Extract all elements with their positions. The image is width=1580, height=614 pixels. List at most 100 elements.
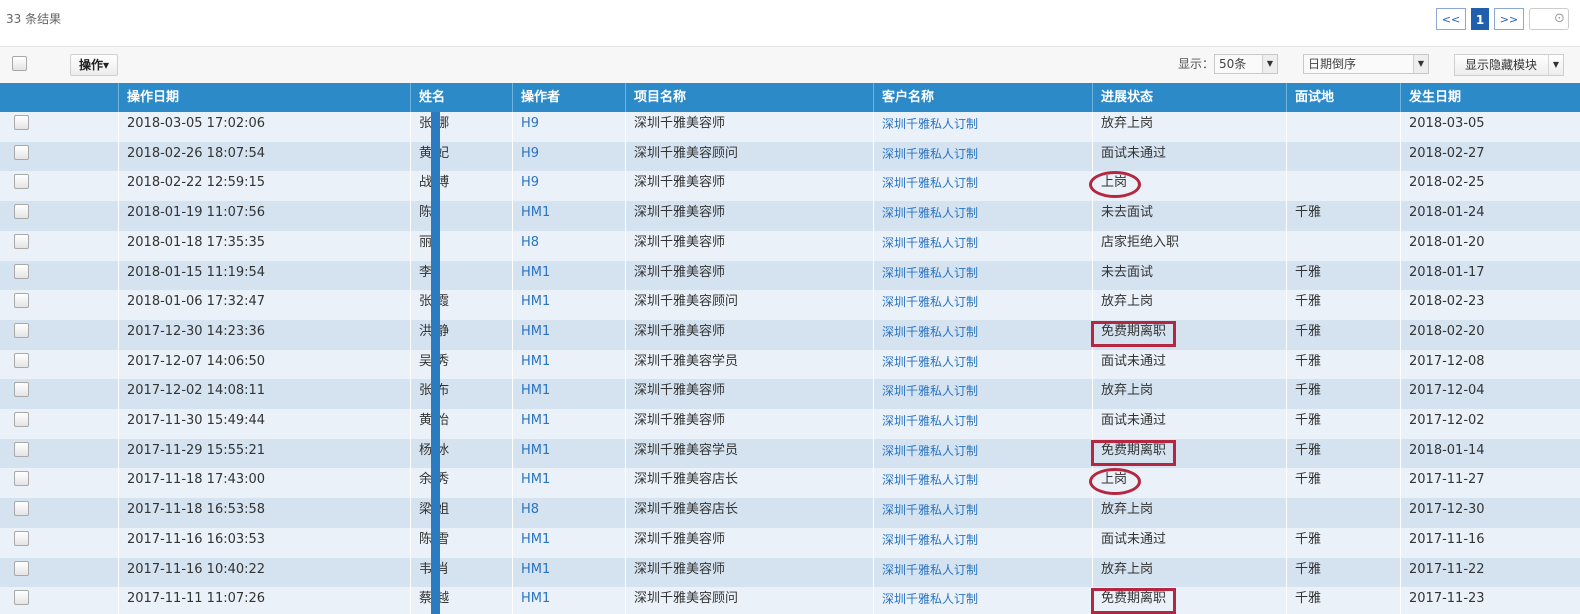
- column-header-status[interactable]: 进展状态: [1092, 83, 1286, 112]
- cell-client[interactable]: 深圳千雅私人订制: [873, 350, 1092, 380]
- cell-operator[interactable]: H9: [512, 142, 625, 172]
- cell-name: 梁 姐: [410, 498, 512, 528]
- result-count: 33 条结果: [6, 12, 62, 26]
- cell-client[interactable]: 深圳千雅私人订制: [873, 112, 1092, 142]
- table-row[interactable]: 2017-11-11 11:07:26 蔡 越 HM1 深圳千雅美容顾问 深圳千雅私人订…: [0, 587, 1580, 614]
- cell-operator[interactable]: H9: [512, 171, 625, 201]
- table-row[interactable]: 2017-12-02 14:08:11 张 布 HM1 深圳千雅美容师 深圳千雅私人订制…: [0, 379, 1580, 409]
- table-row[interactable]: 2018-01-15 11:19:54 李 HM1 深圳千雅美容师 深圳千雅私人订制未…: [0, 261, 1580, 291]
- row-checkbox[interactable]: [14, 204, 29, 219]
- table-row[interactable]: 2018-01-18 17:35:35 丽 H8 深圳千雅美容师 深圳千雅私人订制 店家…: [0, 231, 1580, 261]
- cell-client[interactable]: 深圳千雅私人订制: [873, 468, 1092, 498]
- sort-order-select[interactable]: 日期倒序 ▼: [1303, 54, 1429, 74]
- cell-operate-date: 2017-11-16 16:03:53: [118, 528, 410, 558]
- table-row[interactable]: 2018-03-05 17:02:06 张 娜 H9 深圳千雅美容师 深圳千雅私人订制放…: [0, 112, 1580, 142]
- row-checkbox[interactable]: [14, 412, 29, 427]
- table-row[interactable]: 2018-01-06 17:32:47 张 霞 HM1 深圳千雅美容顾问 深圳千雅私人订…: [0, 290, 1580, 320]
- row-checkbox[interactable]: [14, 174, 29, 189]
- row-checkbox[interactable]: [14, 442, 29, 457]
- cell-location: 千雅: [1286, 558, 1400, 588]
- cell-operator[interactable]: HM1: [512, 587, 625, 614]
- page-1-button[interactable]: 1: [1471, 8, 1489, 30]
- cell-operator[interactable]: HM1: [512, 409, 625, 439]
- cell-name: 吴 秀: [410, 350, 512, 380]
- row-checkbox[interactable]: [14, 115, 29, 130]
- cell-project: 深圳千雅美容顾问: [625, 587, 873, 614]
- table-row[interactable]: 2017-12-30 14:23:36 洪 静 HM1 深圳千雅美容师 深圳千雅私人订制…: [0, 320, 1580, 350]
- cell-project: 深圳千雅美容师: [625, 201, 873, 231]
- cell-operator[interactable]: H8: [512, 231, 625, 261]
- toggle-modules-button[interactable]: 显示隐藏模块 ▼: [1454, 54, 1564, 76]
- cell-client[interactable]: 深圳千雅私人订制: [873, 439, 1092, 469]
- cell-client[interactable]: 深圳千雅私人订制: [873, 290, 1092, 320]
- table-row[interactable]: 2018-01-19 11:07:56 陈 HM1 深圳千雅美容师 深圳千雅私人订制未…: [0, 201, 1580, 231]
- column-header-project[interactable]: 项目名称: [625, 83, 873, 112]
- table-row[interactable]: 2017-11-16 16:03:53 陈 雪 HM1 深圳千雅美容师 深圳千雅私人订制…: [0, 528, 1580, 558]
- row-checkbox[interactable]: [14, 293, 29, 308]
- cell-client[interactable]: 深圳千雅私人订制: [873, 587, 1092, 614]
- cell-status: 面试未通过: [1092, 142, 1286, 172]
- table-row[interactable]: 2017-11-18 17:43:00 余 秀 HM1 深圳千雅美容店长 深圳千雅私人订…: [0, 468, 1580, 498]
- cell-client[interactable]: 深圳千雅私人订制: [873, 498, 1092, 528]
- cell-occur-date: 2017-12-08: [1400, 350, 1580, 380]
- column-header-name[interactable]: 姓名: [410, 83, 512, 112]
- row-checkbox[interactable]: [14, 471, 29, 486]
- column-header-client[interactable]: 客户名称: [873, 83, 1092, 112]
- cell-client[interactable]: 深圳千雅私人订制: [873, 528, 1092, 558]
- next-page-button[interactable]: >>: [1494, 8, 1524, 30]
- row-checkbox[interactable]: [14, 561, 29, 576]
- cell-operator[interactable]: H9: [512, 112, 625, 142]
- cell-operator[interactable]: HM1: [512, 468, 625, 498]
- cell-client[interactable]: 深圳千雅私人订制: [873, 379, 1092, 409]
- row-checkbox[interactable]: [14, 234, 29, 249]
- column-header-select: [0, 83, 118, 112]
- cell-operator[interactable]: HM1: [512, 528, 625, 558]
- cell-operator[interactable]: HM1: [512, 201, 625, 231]
- table-row[interactable]: 2017-11-16 10:40:22 韦 肖 HM1 深圳千雅美容师 深圳千雅私人订制…: [0, 558, 1580, 588]
- cell-operator[interactable]: HM1: [512, 439, 625, 469]
- cell-client[interactable]: 深圳千雅私人订制: [873, 261, 1092, 291]
- cell-client[interactable]: 深圳千雅私人订制: [873, 409, 1092, 439]
- cell-client[interactable]: 深圳千雅私人订制: [873, 231, 1092, 261]
- column-header-operate-date[interactable]: 操作日期: [118, 83, 410, 112]
- row-checkbox[interactable]: [14, 382, 29, 397]
- cell-client[interactable]: 深圳千雅私人订制: [873, 320, 1092, 350]
- prev-page-button[interactable]: <<: [1436, 8, 1466, 30]
- row-checkbox[interactable]: [14, 353, 29, 368]
- select-all-checkbox[interactable]: [12, 56, 27, 71]
- cell-operator[interactable]: H8: [512, 498, 625, 528]
- row-checkbox[interactable]: [14, 145, 29, 160]
- cell-operator[interactable]: HM1: [512, 261, 625, 291]
- table-row[interactable]: 2017-11-29 15:55:21 杨 冰 HM1 深圳千雅美容学员 深圳千雅私人订…: [0, 439, 1580, 469]
- cell-client[interactable]: 深圳千雅私人订制: [873, 201, 1092, 231]
- table-row[interactable]: 2017-12-07 14:06:50 吴 秀 HM1 深圳千雅美容学员 深圳千雅私人订…: [0, 350, 1580, 380]
- cell-operator[interactable]: HM1: [512, 558, 625, 588]
- table-row[interactable]: 2017-11-30 15:49:44 黄 怡 HM1 深圳千雅美容师 深圳千雅私人订制…: [0, 409, 1580, 439]
- go-icon[interactable]: ⊙: [1554, 11, 1565, 26]
- table-row[interactable]: 2018-02-22 12:59:15 战 博 H9 深圳千雅美容师 深圳千雅私人订制上…: [0, 171, 1580, 201]
- table-row[interactable]: 2017-11-18 16:53:58 梁 姐 H8 深圳千雅美容店长 深圳千雅私人订制…: [0, 498, 1580, 528]
- column-header-occur-date[interactable]: 发生日期: [1400, 83, 1580, 112]
- cell-operator[interactable]: HM1: [512, 290, 625, 320]
- table-row[interactable]: 2018-02-26 18:07:54 黄 妃 H9 深圳千雅美容顾问 深圳千雅私人订制…: [0, 142, 1580, 172]
- column-header-operator[interactable]: 操作者: [512, 83, 625, 112]
- row-checkbox[interactable]: [14, 501, 29, 516]
- cell-operate-date: 2017-11-30 15:49:44: [118, 409, 410, 439]
- cell-operate-date: 2017-11-18 17:43:00: [118, 468, 410, 498]
- row-checkbox[interactable]: [14, 264, 29, 279]
- operate-dropdown-button[interactable]: 操作▾: [70, 54, 118, 76]
- cell-operator[interactable]: HM1: [512, 350, 625, 380]
- cell-client[interactable]: 深圳千雅私人订制: [873, 142, 1092, 172]
- page-size-select[interactable]: 50条 ▼: [1214, 54, 1278, 74]
- annotation-circle: [1089, 468, 1141, 495]
- row-checkbox[interactable]: [14, 590, 29, 605]
- cell-operator[interactable]: HM1: [512, 320, 625, 350]
- row-checkbox[interactable]: [14, 323, 29, 338]
- cell-project: 深圳千雅美容顾问: [625, 142, 873, 172]
- cell-client[interactable]: 深圳千雅私人订制: [873, 171, 1092, 201]
- cell-client[interactable]: 深圳千雅私人订制: [873, 558, 1092, 588]
- cell-operator[interactable]: HM1: [512, 379, 625, 409]
- cell-operate-date: 2018-02-26 18:07:54: [118, 142, 410, 172]
- column-header-location[interactable]: 面试地: [1286, 83, 1400, 112]
- row-checkbox[interactable]: [14, 531, 29, 546]
